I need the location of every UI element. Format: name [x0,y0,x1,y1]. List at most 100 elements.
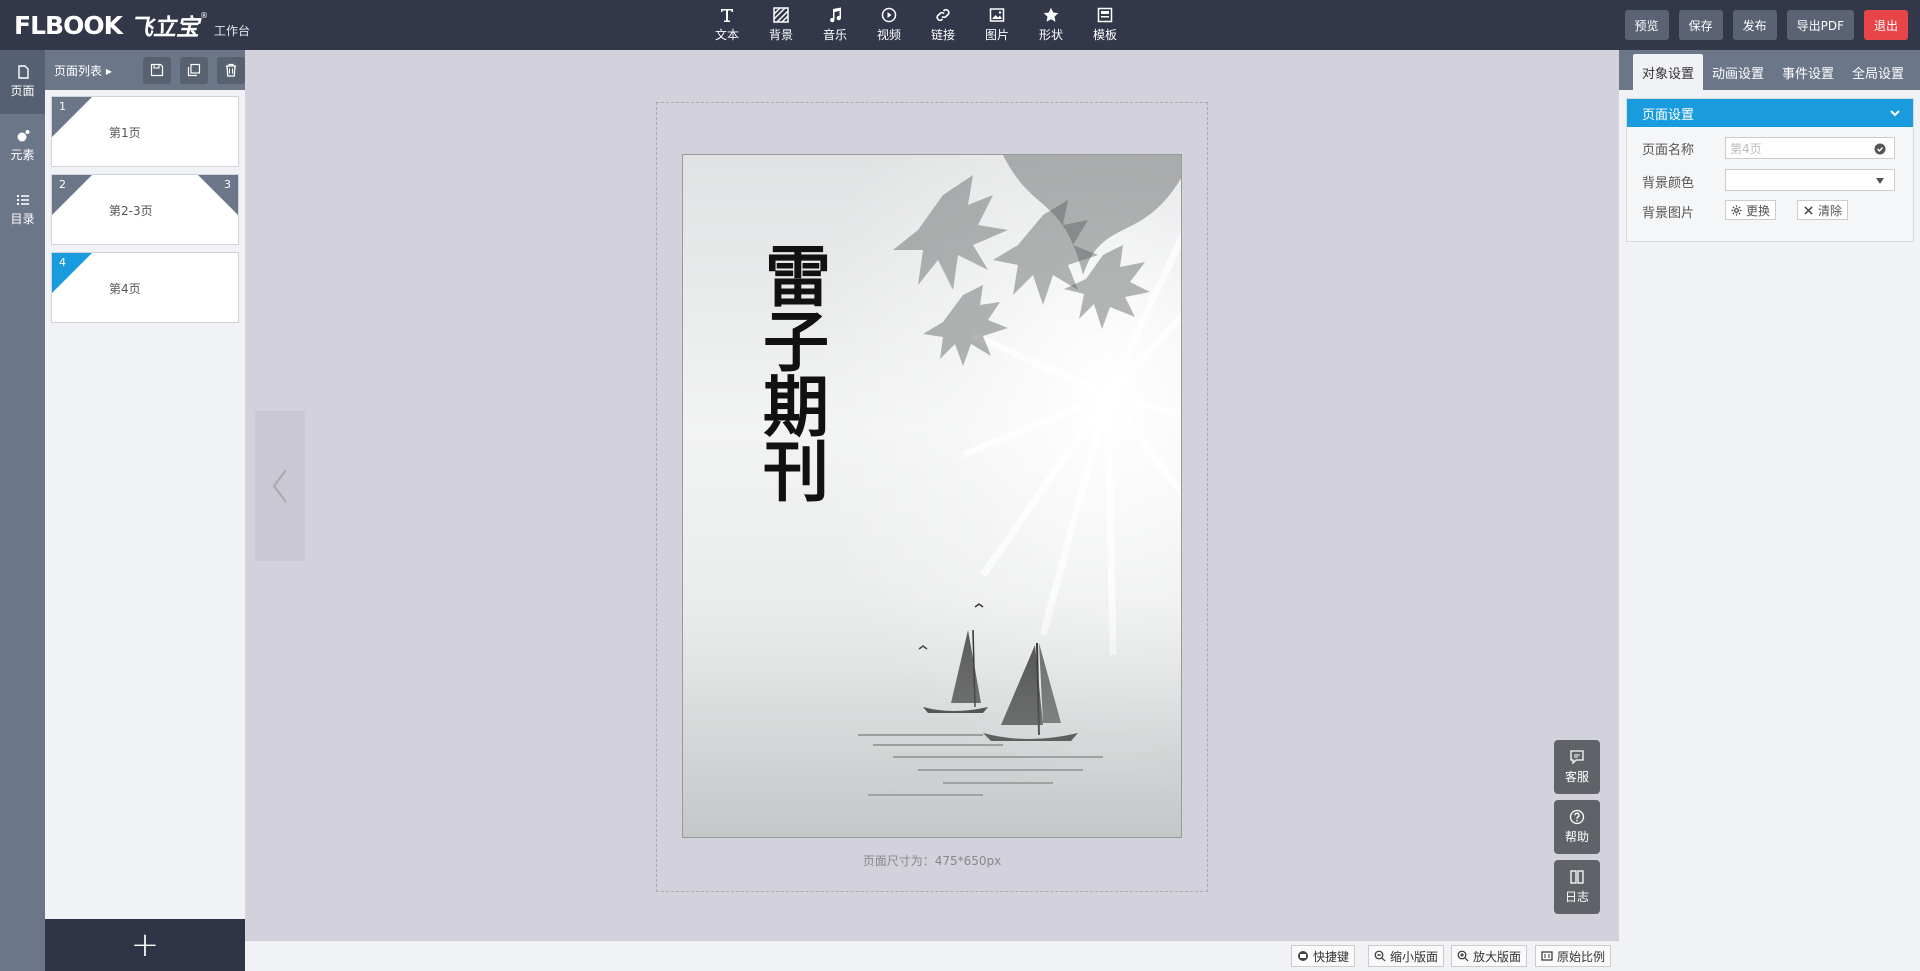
clear-image-button[interactable]: 清除 [1797,200,1849,220]
zoom-out-icon [1374,950,1386,962]
rail-item-elements[interactable]: 元素 [0,114,45,178]
registered-mark: ® [199,10,208,20]
tool-image[interactable]: 图片 [970,0,1024,50]
customer-service-button[interactable]: 客服 [1554,740,1600,794]
tab-global-settings[interactable]: 全局设置 [1843,54,1913,90]
page-thumb-label: 第1页 [109,126,141,140]
page-name-placeholder: 第4页 [1730,141,1762,156]
page-number-corner [52,175,92,215]
page-thumb-2-3[interactable]: 2 3 第2-3页 [51,174,239,245]
element-icon [17,130,29,142]
help-label: 帮助 [1564,830,1589,844]
copy-page-button[interactable] [180,56,208,84]
page-settings-section: 页面设置 页面名称 第4页 背景颜色 背景图片 更换 清除 [1626,98,1914,242]
zoom-out-label: 缩小版面 [1390,949,1439,964]
template-icon [1097,7,1113,23]
list-icon [16,195,29,205]
add-page-button[interactable]: + [45,919,245,971]
shortcuts-label: 快捷键 [1313,949,1350,964]
customer-service-label: 客服 [1564,770,1589,784]
log-icon [1570,870,1584,884]
header-actions: 预览 保存 发布 导出PDF 退出 [1624,10,1908,40]
tab-event-settings[interactable]: 事件设置 [1773,54,1843,90]
tool-music[interactable]: 音乐 [808,0,862,50]
logo-text: FLBOOK [14,10,123,40]
tool-music-label: 音乐 [822,28,847,42]
tab-animation-settings[interactable]: 动画设置 [1703,54,1773,90]
replace-image-button[interactable]: 更换 [1725,200,1777,220]
tab-object-settings[interactable]: 对象设置 [1633,54,1704,90]
canvas-area: 雷 子 期 刊 [245,50,1619,940]
background-icon [773,7,789,23]
tool-text-label: 文本 [714,28,739,42]
tool-text[interactable]: 文本 [700,0,754,50]
export-pdf-button[interactable]: 导出PDF [1786,10,1854,40]
exit-button[interactable]: 退出 [1863,10,1908,40]
rail-item-catalog-label: 目录 [10,212,35,226]
help-button[interactable]: 帮助 [1554,800,1600,854]
zoom-out-button[interactable]: 缩小版面 [1368,945,1445,967]
page-name-label: 页面名称 [1642,143,1695,158]
page-thumb-label: 第2-3页 [109,204,153,218]
tool-shape-label: 形状 [1038,28,1063,42]
tool-link-label: 链接 [930,28,955,42]
properties-tabs: 对象设置 动画设置 事件设置 全局设置 [1619,50,1920,90]
original-ratio-button[interactable]: 原始比例 [1535,945,1612,967]
copy-icon [187,63,201,77]
video-icon [881,7,897,23]
page-thumb-1[interactable]: 1 第1页 [51,96,239,167]
page-number-corner-right [198,175,238,215]
properties-panel: 对象设置 动画设置 事件设置 全局设置 页面设置 页面名称 第4页 背景颜色 背… [1619,50,1920,971]
left-rail: 页面 元素 目录 [0,50,45,971]
log-button[interactable]: 日志 [1554,860,1600,914]
log-label: 日志 [1564,890,1589,904]
bg-image-row: 背景图片 [1642,202,1694,221]
link-icon [936,8,950,22]
page-thumb-label: 第4页 [109,282,141,296]
page-list-title[interactable]: 页面列表 ▸ [54,62,134,79]
bg-color-label: 背景颜色 [1642,176,1695,191]
page-thumb-4[interactable]: 4 第4页 [51,252,239,323]
bg-image-label: 背景图片 [1642,206,1695,221]
replace-image-label: 更换 [1746,203,1771,218]
original-ratio-label: 原始比例 [1557,949,1606,964]
shortcuts-button[interactable]: 快捷键 [1291,945,1356,967]
bottom-bar: 快捷键 缩小版面 放大版面 原始比例 [245,940,1619,971]
delete-page-button[interactable] [217,56,245,84]
rail-item-catalog[interactable]: 目录 [0,178,45,242]
page-number-right: 3 [224,178,231,191]
tool-link[interactable]: 链接 [916,0,970,50]
save-page-button[interactable] [143,56,171,84]
ratio-icon [1541,951,1553,961]
save-button[interactable]: 保存 [1678,10,1723,40]
page-number-corner [52,253,92,293]
page-name-input[interactable]: 第4页 [1725,137,1895,159]
tool-video[interactable]: 视频 [862,0,916,50]
tool-image-label: 图片 [984,28,1009,42]
rail-item-pages[interactable]: 页面 [0,50,45,114]
page-number-corner [52,97,92,137]
image-icon [989,8,1005,22]
zoom-in-icon [1457,950,1469,962]
tool-background[interactable]: 背景 [754,0,808,50]
zoom-in-button[interactable]: 放大版面 [1451,945,1528,967]
page-canvas[interactable]: 雷 子 期 刊 [682,154,1182,838]
publish-button[interactable]: 发布 [1732,10,1777,40]
previous-page-button[interactable] [255,411,305,561]
preview-button[interactable]: 预览 [1624,10,1669,40]
rail-item-elements-label: 元素 [10,148,35,162]
tool-shape[interactable]: 形状 [1024,0,1078,50]
chevron-left-icon [272,469,287,503]
bg-color-row: 背景颜色 [1642,172,1694,191]
page-settings-title: 页面设置 [1642,107,1695,123]
page-name-row: 页面名称 [1642,139,1694,158]
zoom-in-label: 放大版面 [1473,949,1522,964]
insert-toolbar: 文本 背景 音乐 视频 链接 图片 形状 模板 [700,0,1132,50]
tool-template[interactable]: 模板 [1078,0,1132,50]
tool-video-label: 视频 [876,28,901,42]
page-settings-header[interactable]: 页面设置 [1627,99,1913,127]
gear-icon [1731,204,1742,216]
bg-color-select[interactable] [1725,169,1895,191]
page-number: 2 [59,178,66,191]
check-circle-icon[interactable] [1874,143,1886,155]
